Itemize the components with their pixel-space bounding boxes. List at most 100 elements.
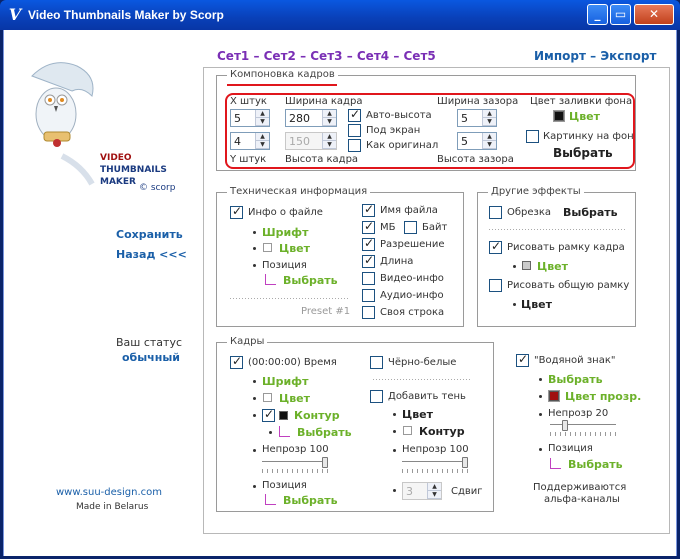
watermark-label: "Водяной знак" (534, 355, 616, 366)
watermark-position-picker-icon[interactable] (550, 458, 561, 469)
gap-height-value: 5 (461, 135, 468, 148)
audio-info-checkbox[interactable] (362, 289, 375, 302)
preset-label[interactable]: Preset #1 (301, 306, 350, 318)
fit-screen-checkbox[interactable] (348, 124, 361, 137)
frame-border-color-link[interactable]: Цвет (537, 260, 568, 273)
tech-color-link[interactable]: Цвет (279, 242, 310, 255)
spinner-arrows-icon[interactable]: ▲ ▼ (482, 133, 496, 149)
bullet (539, 395, 542, 398)
window-title: Video Thumbnails Maker by Scorp (28, 8, 224, 22)
spinner-arrows-icon[interactable]: ▲ ▼ (427, 483, 441, 499)
outline-swatch[interactable] (279, 411, 288, 420)
gap-height-spinner[interactable]: 5 ▲ ▼ (457, 132, 497, 150)
shadow-opacity-slider-thumb[interactable] (462, 457, 468, 468)
file-info-checkbox[interactable] (230, 204, 243, 219)
outline-link[interactable]: Контур (294, 409, 340, 422)
shadow-checkbox[interactable] (370, 390, 383, 403)
slider-ticks (262, 469, 328, 473)
frame-border-color-swatch[interactable] (522, 261, 531, 270)
crop-pick-link[interactable]: Выбрать (563, 206, 618, 219)
minimize-button[interactable]: _ (587, 4, 608, 25)
bg-color-swatch[interactable] (553, 110, 565, 122)
site-link[interactable]: www.suu-design.com (56, 487, 162, 499)
tech-pick-link[interactable]: Выбрать (283, 274, 338, 287)
bg-pick-link[interactable]: Выбрать (553, 147, 613, 160)
mb-checkbox[interactable] (362, 219, 375, 234)
watermark-pick-link[interactable]: Выбрать (548, 373, 603, 386)
outline-pick-link[interactable]: Выбрать (297, 426, 352, 439)
frames-font-link[interactable]: Шрифт (262, 375, 308, 388)
bg-picture-checkbox[interactable] (526, 130, 539, 143)
tab-set3[interactable]: Сет3 (310, 49, 342, 63)
watermark-transparent-link[interactable]: Цвет прозр. (565, 390, 641, 403)
watermark-position-label: Позиция (548, 443, 593, 454)
tech-font-link[interactable]: Шрифт (262, 226, 308, 239)
frames-position-picker-icon[interactable] (265, 494, 276, 505)
outline-picker-icon[interactable] (279, 426, 290, 437)
tech-position-picker-icon[interactable] (265, 274, 276, 285)
spinner-arrows-icon[interactable]: ▲ ▼ (482, 110, 496, 126)
spinner-arrows-icon[interactable]: ▲ ▼ (255, 133, 269, 149)
back-link[interactable]: Назад <<< (116, 248, 187, 261)
shadow-opacity-slider-track[interactable] (402, 461, 468, 463)
custom-line-checkbox[interactable] (362, 306, 375, 319)
crop-checkbox[interactable] (489, 206, 502, 219)
tab-set2[interactable]: Сет2 (264, 49, 296, 63)
auto-height-label: Авто-высота (366, 110, 432, 121)
import-link[interactable]: Импорт (534, 49, 586, 63)
watermark-opacity-slider-track[interactable] (550, 424, 616, 426)
gap-height-label: Высота зазора (437, 154, 514, 165)
shift-spinner[interactable]: 3 ▲ ▼ (402, 482, 442, 500)
file-name-checkbox[interactable] (362, 202, 375, 217)
layout-panel: Компоновка кадров X штук 5 ▲ ▼ 4 ▲ ▼ Y штук … (216, 69, 636, 171)
tab-set5[interactable]: Сет5 (404, 49, 436, 63)
width-spinner[interactable]: 280 ▲ ▼ (285, 109, 337, 127)
length-checkbox[interactable] (362, 253, 375, 268)
opacity-slider-thumb[interactable] (322, 457, 328, 468)
frame-border-checkbox[interactable] (489, 239, 502, 254)
gap-width-spinner[interactable]: 5 ▲ ▼ (457, 109, 497, 127)
brand-line3: MAKER (100, 177, 136, 187)
bg-color-link[interactable]: Цвет (569, 110, 600, 123)
auto-height-checkbox[interactable] (348, 107, 361, 122)
watermark-pick2-link[interactable]: Выбрать (568, 458, 623, 471)
bullet (393, 413, 396, 416)
tech-legend: Техническая информация (227, 186, 371, 198)
tab-set1[interactable]: Сет1 (217, 49, 249, 63)
byte-checkbox[interactable] (404, 221, 417, 234)
export-link[interactable]: Экспорт (600, 49, 656, 63)
video-info-checkbox[interactable] (362, 272, 375, 285)
outline-checkbox[interactable] (262, 407, 275, 422)
frames-color-swatch[interactable] (263, 393, 272, 402)
frames-color-link[interactable]: Цвет (279, 392, 310, 405)
time-checkbox[interactable] (230, 354, 243, 369)
bullet (539, 378, 542, 381)
spinner-arrows-icon[interactable]: ▲ ▼ (322, 110, 336, 126)
save-link[interactable]: Сохранить (116, 228, 183, 241)
shadow-outline-swatch[interactable] (403, 426, 412, 435)
watermark-checkbox[interactable] (516, 352, 529, 367)
brand-line1: VIDEO (100, 153, 132, 163)
height-spinner[interactable]: 150 ▲ ▼ (285, 132, 337, 150)
total-border-checkbox[interactable] (489, 279, 502, 292)
shadow-color-link[interactable]: Цвет (402, 408, 433, 421)
shadow-outline-link[interactable]: Контур (419, 425, 465, 438)
maximize-button[interactable]: ▭ (610, 4, 631, 25)
resolution-checkbox[interactable] (362, 236, 375, 251)
opacity-label: Непрозр 100 (262, 444, 329, 455)
x-count-spinner[interactable]: 5 ▲ ▼ (230, 109, 270, 127)
bw-checkbox[interactable] (370, 356, 383, 369)
shadow-opacity-label: Непрозр 100 (402, 444, 469, 455)
y-count-spinner[interactable]: 4 ▲ ▼ (230, 132, 270, 150)
as-original-checkbox[interactable] (348, 139, 361, 152)
tab-set4[interactable]: Сет4 (357, 49, 389, 63)
close-button[interactable]: ✕ (634, 4, 674, 25)
total-border-color-link[interactable]: Цвет (521, 298, 552, 311)
opacity-slider-track[interactable] (262, 461, 328, 463)
spinner-arrows-icon[interactable]: ▲ ▼ (322, 133, 336, 149)
watermark-transparent-swatch[interactable] (548, 390, 560, 402)
frames-pick-link[interactable]: Выбрать (283, 494, 338, 507)
watermark-opacity-slider-thumb[interactable] (562, 420, 568, 431)
spinner-arrows-icon[interactable]: ▲ ▼ (255, 110, 269, 126)
tech-color-swatch[interactable] (263, 243, 272, 252)
